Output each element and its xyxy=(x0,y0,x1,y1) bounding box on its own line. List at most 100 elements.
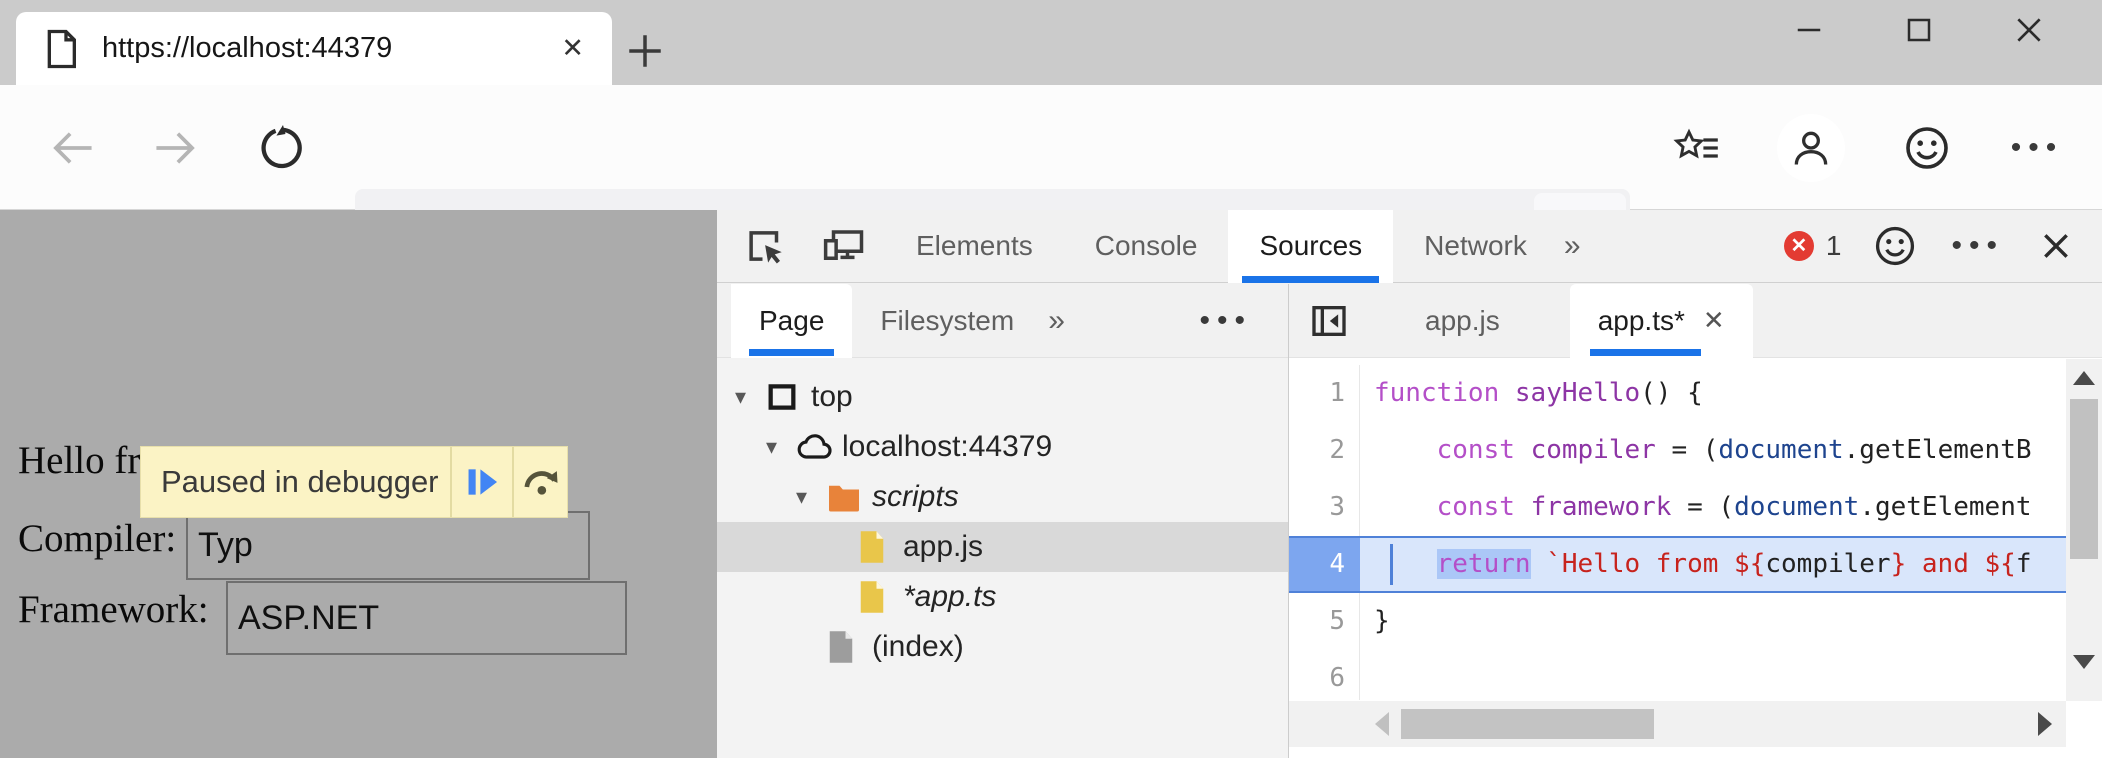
editor-tab-appjs[interactable]: app.js xyxy=(1397,284,1528,358)
window-close-button[interactable] xyxy=(1974,0,2084,60)
tree-item-label: scripts xyxy=(872,480,959,514)
code-line[interactable]: 6 xyxy=(1289,650,2066,700)
devtools-feedback-smiley-icon[interactable] xyxy=(1873,224,1917,268)
cloud-icon xyxy=(796,431,842,463)
line-text: return `Hello from ${compiler} and ${f xyxy=(1360,538,2066,591)
devtools-header: Elements Console Sources Network » ✕ 1 •… xyxy=(717,210,2102,283)
tab-close-icon[interactable]: ✕ xyxy=(561,33,584,64)
editor-tab-appts[interactable]: app.ts* ✕ xyxy=(1570,284,1753,358)
tree-item-app.js[interactable]: app.js xyxy=(717,522,1288,572)
expander-icon[interactable]: ▾ xyxy=(796,484,826,510)
hello-text: Hello fr xyxy=(18,438,140,483)
navigator-menu-icon[interactable]: ••• xyxy=(1199,304,1252,338)
code-line[interactable]: 2 const compiler = (document.getElementB xyxy=(1289,422,2066,479)
line-number[interactable]: 2 xyxy=(1289,422,1360,479)
code-line-paused[interactable]: 4 return `Hello from ${compiler} and ${f xyxy=(1289,536,2066,593)
tree-item-label: app.js xyxy=(903,530,983,564)
framework-input[interactable] xyxy=(226,581,627,655)
browser-nav-bar: https://localhost:44379 ••• xyxy=(0,85,2102,210)
tab-title: https://localhost:44379 xyxy=(102,32,561,65)
sources-panel: Page Filesystem » ••• ▾ top ▾ localhost:443… xyxy=(717,284,2102,758)
file-icon-yellow xyxy=(857,579,903,615)
tree-item-top[interactable]: ▾ top xyxy=(717,372,1288,422)
tree-item-localhost44379[interactable]: ▾ localhost:44379 xyxy=(717,422,1288,472)
code-line[interactable]: 3 const framework = (document.getElement xyxy=(1289,479,2066,536)
devtools-panel: Elements Console Sources Network » ✕ 1 •… xyxy=(717,210,2102,758)
vertical-scrollbar[interactable] xyxy=(2066,359,2102,701)
browser-menu-icon[interactable]: ••• xyxy=(2002,85,2072,210)
line-number[interactable]: 5 xyxy=(1289,593,1360,650)
line-number[interactable]: 6 xyxy=(1289,650,1360,700)
devtools-close-icon[interactable] xyxy=(2040,230,2072,262)
line-number[interactable]: 4 xyxy=(1289,538,1360,591)
paused-in-debugger-banner: Paused in debugger xyxy=(140,446,568,518)
file-icon-yellow xyxy=(857,529,903,565)
file-icon-gray xyxy=(826,629,872,665)
line-text xyxy=(1360,650,2066,700)
toggle-navigator-icon[interactable] xyxy=(1309,301,1349,341)
profile-button[interactable] xyxy=(1776,85,1846,210)
tree-item-label: (index) xyxy=(872,630,964,664)
scroll-right-icon[interactable] xyxy=(2038,712,2052,736)
line-number[interactable]: 1 xyxy=(1289,365,1360,422)
tab-sources[interactable]: Sources xyxy=(1228,210,1393,283)
tab-elements[interactable]: Elements xyxy=(885,210,1064,283)
new-tab-button[interactable] xyxy=(624,30,666,72)
devtools-menu-icon[interactable]: ••• xyxy=(1951,229,2004,263)
line-text: function sayHello() { xyxy=(1360,365,2066,422)
line-text: const compiler = (document.getElementB xyxy=(1360,422,2066,479)
editor-tab-close-icon[interactable]: ✕ xyxy=(1703,305,1725,336)
editor-tabs: app.js app.ts* ✕ xyxy=(1289,284,2102,358)
line-text: const framework = (document.getElement xyxy=(1360,479,2066,536)
expander-icon[interactable]: ▾ xyxy=(735,384,765,410)
step-over-icon xyxy=(521,462,561,502)
navigator-tabs: Page Filesystem » ••• xyxy=(717,284,1288,358)
more-tabs-chevron-icon[interactable]: » xyxy=(1564,229,1581,263)
tree-item-scripts[interactable]: ▾ scripts xyxy=(717,472,1288,522)
tree-item-app.ts[interactable]: *app.ts xyxy=(717,572,1288,622)
line-number[interactable]: 3 xyxy=(1289,479,1360,536)
page-content: Hello fr Compiler: Framework: Paused in … xyxy=(0,210,717,758)
minimize-button[interactable] xyxy=(1754,0,1864,60)
active-tab-underline xyxy=(1242,276,1379,283)
code-line[interactable]: 1function sayHello() { xyxy=(1289,365,2066,422)
compiler-input[interactable] xyxy=(186,511,590,580)
refresh-button[interactable] xyxy=(248,85,318,210)
browser-tab-bar: https://localhost:44379 ✕ xyxy=(0,0,2102,85)
maximize-button[interactable] xyxy=(1864,0,1974,60)
content-area: Hello fr Compiler: Framework: Paused in … xyxy=(0,210,2102,758)
forward-button[interactable] xyxy=(140,85,210,210)
line-text: } xyxy=(1360,593,2066,650)
tree-item-label: top xyxy=(811,380,853,414)
code-line[interactable]: 5} xyxy=(1289,593,2066,650)
back-button[interactable] xyxy=(38,85,108,210)
favorites-hub-icon[interactable] xyxy=(1662,85,1732,210)
editor-pane: app.js app.ts* ✕ 1function sayHello() {2… xyxy=(1289,284,2102,758)
tab-filesystem[interactable]: Filesystem xyxy=(852,284,1042,358)
tab-console[interactable]: Console xyxy=(1064,210,1229,283)
scroll-left-icon[interactable] xyxy=(1375,712,1389,736)
navigator-pane: Page Filesystem » ••• ▾ top ▾ localhost:443… xyxy=(717,284,1289,758)
more-navigator-tabs-chevron-icon[interactable]: » xyxy=(1048,304,1065,338)
error-badge-icon[interactable]: ✕ xyxy=(1784,231,1814,261)
resume-script-button[interactable] xyxy=(450,447,512,517)
vertical-scroll-thumb[interactable] xyxy=(2070,399,2098,559)
tree-item-label: localhost:44379 xyxy=(842,430,1052,464)
tab-page[interactable]: Page xyxy=(731,284,852,358)
scroll-up-icon[interactable] xyxy=(2073,371,2095,385)
expander-icon[interactable]: ▾ xyxy=(766,434,796,460)
active-tab-underline xyxy=(749,349,834,356)
scroll-down-icon[interactable] xyxy=(2073,655,2095,669)
browser-tab[interactable]: https://localhost:44379 ✕ xyxy=(16,12,612,85)
code-lines[interactable]: 1function sayHello() {2 const compiler =… xyxy=(1289,359,2066,700)
active-tab-underline xyxy=(1590,349,1701,356)
step-over-button[interactable] xyxy=(512,447,567,517)
inspect-element-icon[interactable] xyxy=(745,225,787,267)
tree-item-index[interactable]: (index) xyxy=(717,622,1288,672)
feedback-smiley-icon[interactable] xyxy=(1892,85,1962,210)
tab-network[interactable]: Network xyxy=(1393,210,1558,283)
device-toolbar-icon[interactable] xyxy=(821,225,867,267)
compiler-label: Compiler: xyxy=(18,516,176,561)
horizontal-scroll-thumb[interactable] xyxy=(1401,709,1654,739)
horizontal-scrollbar[interactable] xyxy=(1289,701,2066,747)
